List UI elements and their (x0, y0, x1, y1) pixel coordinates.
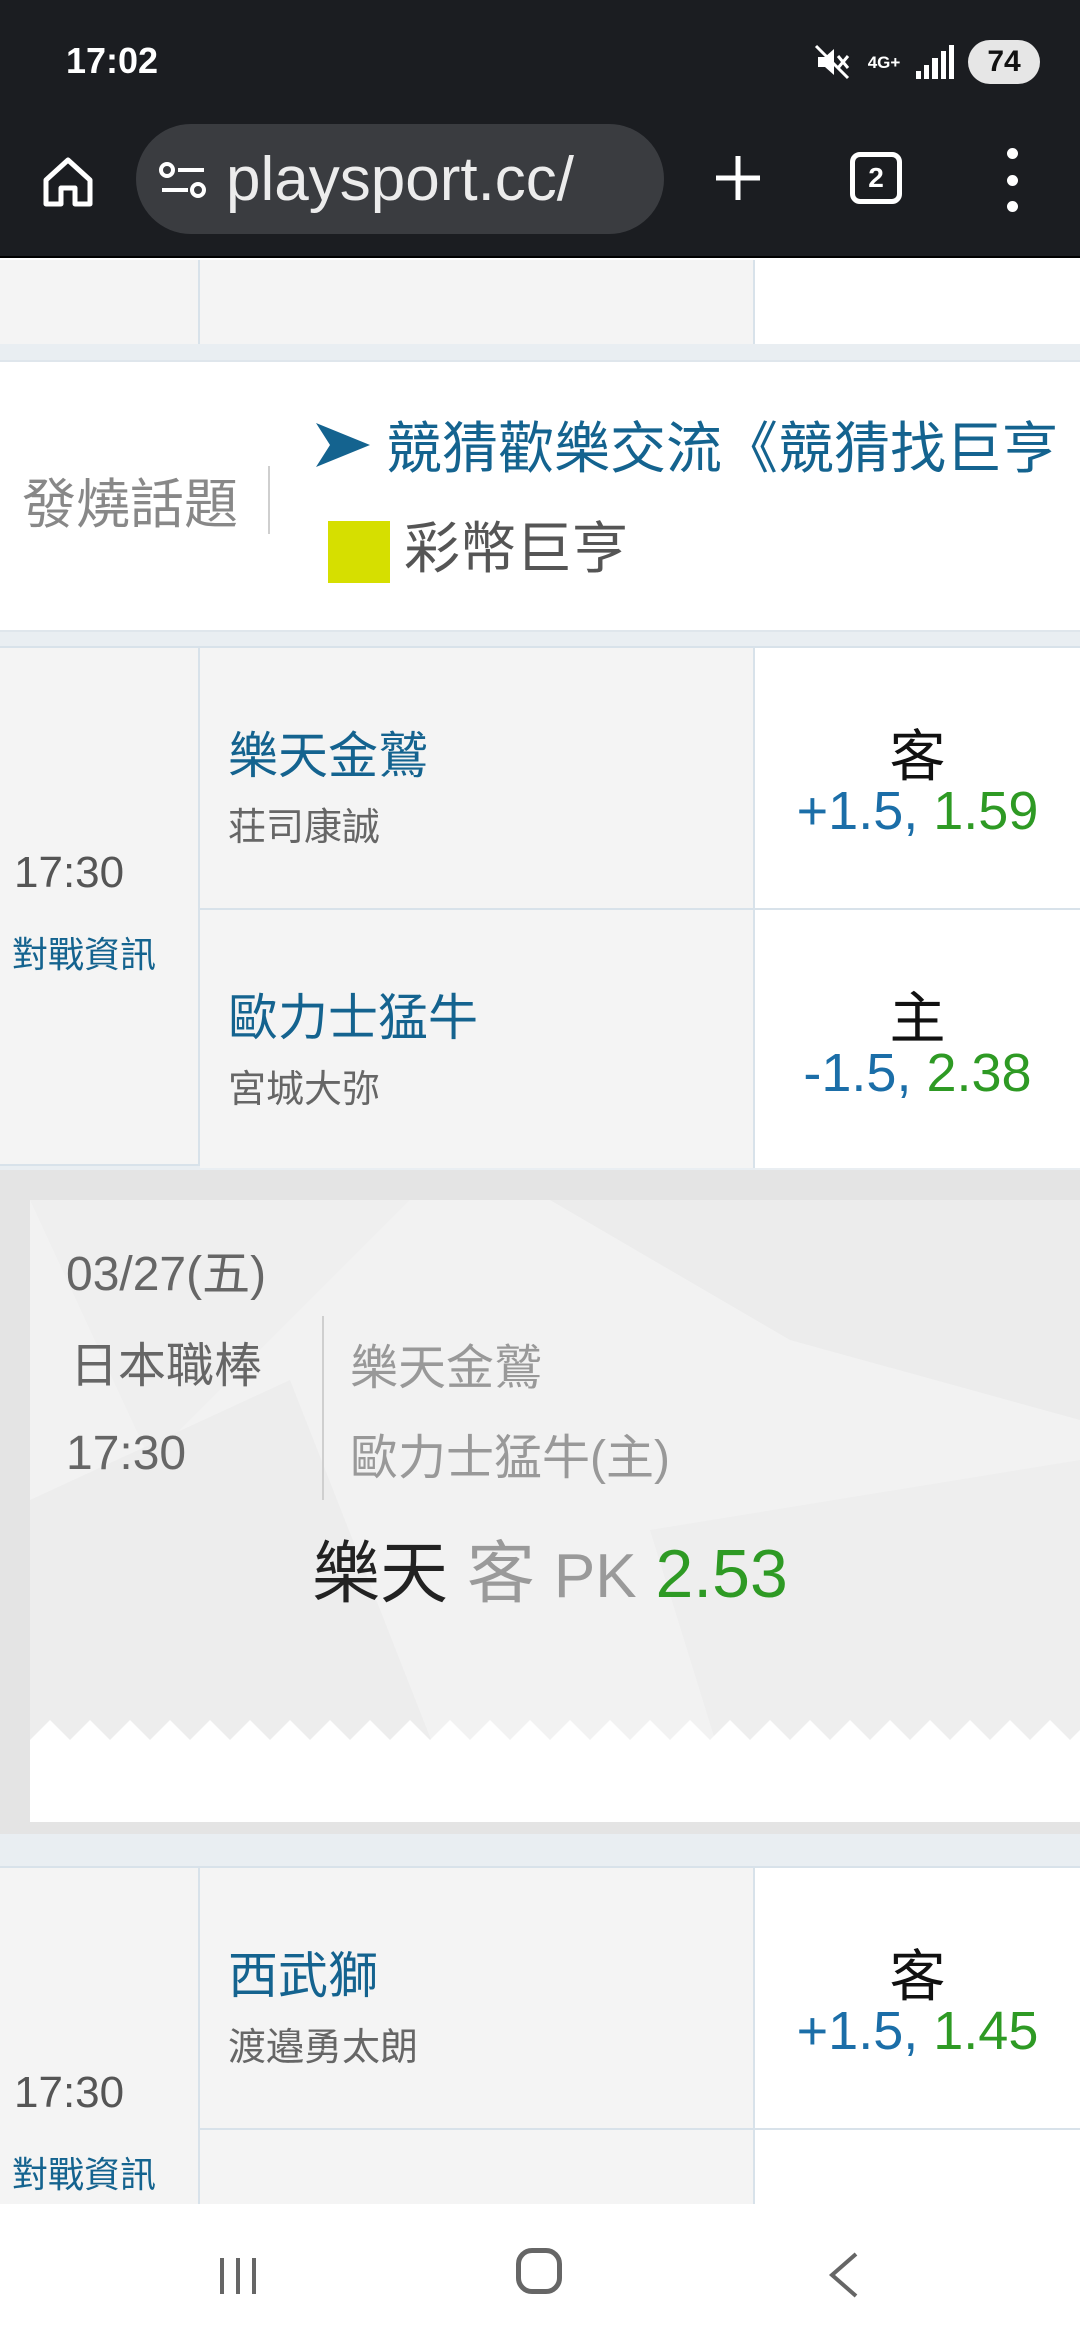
away-spread: +1.5, (796, 781, 919, 841)
menu-dots-icon[interactable] (1000, 148, 1024, 212)
hot-topic-tag-row[interactable]: 彩幣巨亨 (328, 504, 628, 585)
away-team-name[interactable]: 西武獅 (228, 1936, 378, 2008)
away-odds[interactable]: +1.5, 1.45 (755, 2000, 1080, 2062)
promo-card[interactable]: 03/27(五) 日本職棒 17:30 樂天金鷲 歐力士猛牛(主) 樂天 客 P… (30, 1200, 1080, 1822)
away-pitcher: 渡邉勇太朗 (228, 2027, 419, 2069)
home-team-name[interactable]: 歐力士猛牛 (228, 978, 478, 1050)
hot-topic-link[interactable]: 競猜歡樂交流《競猜找巨亨 (386, 404, 1058, 485)
promo-league: 日本職棒 (70, 1340, 263, 1393)
battery-badge: 74 (968, 40, 1040, 84)
away-price: 1.59 (918, 781, 1039, 841)
url-text[interactable]: playsport.cc/ (226, 148, 574, 212)
promo-section: 03/27(五) 日本職棒 17:30 樂天金鷲 歐力士猛牛(主) 樂天 客 P… (0, 1170, 1080, 1834)
game-time-column: 17:30 對戰資訊 (0, 1868, 200, 2204)
home-odds-cell[interactable] (755, 2128, 1080, 2204)
browser-toolbar: playsport.cc/ 2 (0, 122, 1080, 258)
home-spread: -1.5, (803, 1043, 912, 1103)
home-nav-icon[interactable] (516, 2248, 562, 2294)
promo-home-team: 歐力士猛牛(主) (350, 1432, 670, 1485)
network-type-label: 4G+ (867, 52, 901, 72)
signal-icon (916, 45, 955, 79)
previous-game-row (0, 260, 1080, 344)
game-time: 17:30 (14, 2068, 125, 2117)
promo-time: 17:30 (66, 1427, 187, 1480)
away-team-name[interactable]: 樂天金鷲 (228, 716, 428, 788)
away-odds-cell[interactable]: 客 +1.5, 1.45 (755, 1868, 1080, 2128)
recents-icon[interactable] (216, 2256, 260, 2296)
plus-icon[interactable] (710, 150, 766, 206)
away-pitcher: 荘司康誠 (228, 807, 381, 849)
home-icon[interactable] (38, 152, 98, 212)
home-price: 2.38 (911, 1043, 1032, 1103)
divider (268, 466, 270, 534)
back-icon[interactable] (826, 2250, 860, 2300)
away-price: 1.45 (918, 2001, 1039, 2061)
away-odds-cell[interactable]: 客 +1.5, 1.59 (755, 648, 1080, 908)
tune-icon[interactable] (158, 160, 208, 200)
status-time: 17:02 (66, 40, 159, 81)
address-bar[interactable]: playsport.cc/ (136, 124, 664, 234)
divider (322, 1316, 324, 1500)
promo-away-team: 樂天金鷲 (350, 1342, 543, 1395)
game-row: 17:30 對戰資訊 樂天金鷲 荘司康誠 歐力士猛牛 宮城大弥 客 +1.5, … (0, 646, 1080, 1168)
tab-switcher-button[interactable]: 2 (850, 152, 902, 204)
status-icons: 4G+ 74 (812, 40, 1040, 84)
matchup-info-link[interactable]: 對戰資訊 (12, 926, 156, 978)
game-row: 17:30 對戰資訊 西武獅 渡邉勇太朗 客 +1.5, 1.45 (0, 1866, 1080, 2204)
away-team-cell: 樂天金鷲 荘司康誠 (200, 648, 755, 908)
promo-pick: 樂天 客 PK 2.53 (312, 1518, 788, 1617)
system-nav-bar (0, 2204, 1080, 2340)
hot-topics-banner: 發燒話題 競猜歡樂交流《競猜找巨亨 彩幣巨亨 (0, 360, 1080, 632)
away-team-cell: 西武獅 渡邉勇太朗 (200, 1868, 755, 2128)
pick-side: 客 (466, 1536, 535, 1612)
promo-date: 03/27(五) (66, 1248, 267, 1301)
pick-odds: 2.53 (655, 1536, 788, 1612)
promo-background: 03/27(五) 日本職棒 17:30 樂天金鷲 歐力士猛牛(主) 樂天 客 P… (30, 1200, 1080, 1788)
yellow-square-icon (328, 520, 390, 583)
page-content: 發燒話題 競猜歡樂交流《競猜找巨亨 彩幣巨亨 17:30 對戰資訊 樂天金鷲 荘… (0, 260, 1080, 2204)
game-time: 17:30 (14, 848, 125, 897)
away-spread: +1.5, (796, 2001, 919, 2061)
home-odds[interactable]: -1.5, 2.38 (755, 1042, 1080, 1104)
home-pitcher: 宮城大弥 (228, 1069, 381, 1111)
hot-topic-link-row[interactable]: 競猜歡樂交流《競猜找巨亨 (314, 404, 1058, 485)
home-team-cell (200, 2128, 755, 2204)
hot-topics-label: 發燒話題 (22, 475, 238, 535)
mute-icon (814, 44, 850, 80)
pick-type: PK (553, 1542, 637, 1611)
away-odds[interactable]: +1.5, 1.59 (755, 780, 1080, 842)
hot-topic-tag[interactable]: 彩幣巨亨 (404, 504, 628, 585)
matchup-info-link[interactable]: 對戰資訊 (12, 2146, 156, 2198)
pick-team: 樂天 (312, 1536, 449, 1612)
status-bar: 17:02 4G+ 74 (0, 0, 1080, 122)
home-odds-cell[interactable]: 主 -1.5, 2.38 (755, 908, 1080, 1168)
arrow-right-icon (316, 422, 370, 467)
game-time-column: 17:30 對戰資訊 (0, 648, 200, 1164)
home-team-cell: 歐力士猛牛 宮城大弥 (200, 908, 755, 1168)
